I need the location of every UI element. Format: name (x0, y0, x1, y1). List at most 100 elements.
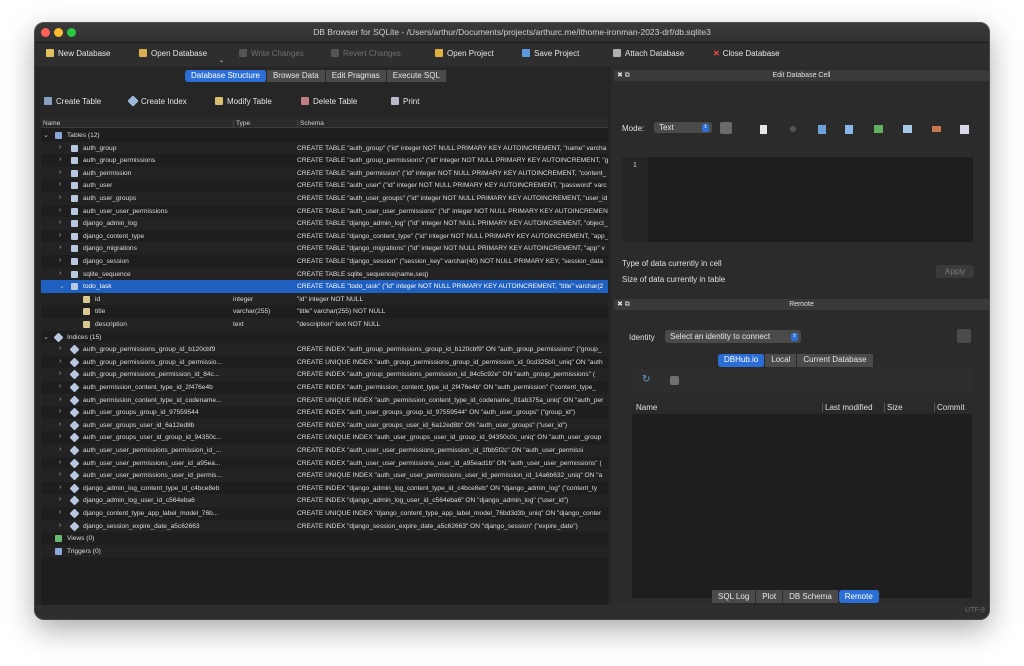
delete-table-button[interactable]: Delete Table (301, 97, 357, 106)
tree-row[interactable]: › auth_group CREATE TABLE "auth_group" ("i… (41, 141, 608, 155)
create-table-button[interactable]: Create Table (44, 97, 101, 106)
export-icon[interactable] (818, 125, 826, 134)
tree-row[interactable]: ⌄ todo_task CREATE TABLE "todo_task" ("id"… (41, 280, 608, 293)
tree-row[interactable]: › auth_permission CREATE TABLE "auth_permi… (41, 166, 608, 180)
chevron-right-icon[interactable]: › (59, 244, 61, 251)
chevron-right-icon[interactable]: › (59, 459, 61, 466)
tree-row[interactable]: › auth_user_groups_group_id_97559544 CREAT… (41, 406, 608, 419)
chevron-right-icon[interactable]: › (59, 509, 61, 516)
chevron-right-icon[interactable]: › (59, 232, 61, 239)
apply-button[interactable]: Apply (936, 265, 975, 278)
chevron-down-icon[interactable]: ⌄ (59, 282, 65, 290)
chevron-right-icon[interactable]: › (59, 207, 61, 214)
attach-database-button[interactable]: Attach Database (613, 49, 684, 58)
save-project-button[interactable]: Save Project (522, 49, 579, 58)
chevron-right-icon[interactable]: › (59, 169, 61, 176)
tree-row[interactable]: › auth_permission_content_type_id_2f476e4… (41, 381, 608, 394)
mode-select[interactable]: Text ⇕ (654, 122, 712, 133)
tree-row[interactable]: › sqlite_sequence CREATE TABLE sqlite_sequ… (41, 267, 608, 281)
clone-database-icon[interactable] (670, 376, 679, 385)
null-icon[interactable] (790, 126, 796, 132)
tab-edit-pragmas[interactable]: Edit Pragmas (325, 70, 387, 82)
remote-databases-table[interactable]: Name Last modified Size Commit (632, 402, 972, 598)
print-button[interactable]: Print (391, 97, 419, 106)
chevron-right-icon[interactable]: › (59, 522, 61, 529)
chevron-right-icon[interactable]: › (59, 370, 61, 377)
tree-row[interactable]: › auth_user CREATE TABLE "auth_user" ("id"… (41, 179, 608, 192)
tree-row[interactable]: › django_content_type_app_label_model_76b… (41, 507, 608, 520)
column-header-commit[interactable]: Commit (934, 403, 965, 412)
tree-row[interactable]: › auth_group_permissions_group_id_b120cbf… (41, 343, 608, 356)
tree-row[interactable]: id integer "id" integer NOT NULL (41, 292, 608, 306)
chevron-down-icon[interactable]: ⌄ (43, 333, 49, 341)
tree-row[interactable]: › auth_user_groups_user_id_group_id_94350… (41, 431, 608, 444)
chevron-right-icon[interactable]: › (59, 358, 61, 365)
chevron-right-icon[interactable]: › (59, 408, 61, 415)
modify-table-button[interactable]: Modify Table (215, 97, 272, 106)
chevron-down-icon[interactable]: ⌄ (43, 131, 49, 139)
chevron-right-icon[interactable]: › (59, 194, 61, 201)
cell-editor[interactable]: 1 (622, 157, 973, 242)
column-header-last-modified[interactable]: Last modified (822, 403, 873, 412)
tree-row[interactable]: ⌄ Tables (12) (41, 129, 608, 142)
tree-row[interactable]: › django_admin_log CREATE TABLE "django_ad… (41, 217, 608, 230)
tab-browse-data[interactable]: Browse Data (266, 70, 326, 82)
tab-current-database[interactable]: Current Database (797, 354, 874, 367)
chevron-right-icon[interactable]: › (59, 484, 61, 491)
tree-row[interactable]: ⌄ Indices (15) (41, 331, 608, 344)
import-icon[interactable] (760, 125, 767, 134)
tree-row[interactable]: › auth_group_permissions_group_id_permiss… (41, 356, 608, 369)
column-header-type[interactable]: Type (233, 120, 250, 127)
chevron-down-icon[interactable]: ⌄ (219, 57, 224, 64)
tab-dbhub[interactable]: DBHub.io (718, 354, 766, 367)
tab-execute-sql[interactable]: Execute SQL (386, 70, 447, 82)
chevron-right-icon[interactable]: › (59, 219, 61, 226)
chevron-right-icon[interactable]: › (59, 270, 61, 277)
chevron-right-icon[interactable]: › (59, 144, 61, 151)
tree-row[interactable]: › django_admin_log_content_type_id_c4bce8… (41, 482, 608, 495)
tree-row[interactable]: › auth_user_user_permissions CREATE TABLE … (41, 205, 608, 218)
tab-local[interactable]: Local (765, 354, 798, 367)
tree-row[interactable]: › django_session CREATE TABLE "django_sess… (41, 255, 608, 268)
identity-select[interactable]: Select an identity to connect ⇕ (665, 330, 801, 343)
revert-changes-button[interactable]: Revert Changes (331, 49, 401, 58)
tree-row[interactable]: › auth_user_groups CREATE TABLE "auth_user… (41, 192, 608, 205)
tab-database-structure[interactable]: Database Structure (185, 70, 267, 82)
chevron-right-icon[interactable]: › (59, 433, 61, 440)
image-icon[interactable] (874, 125, 883, 133)
column-header-name[interactable]: Name (43, 120, 60, 127)
tab-plot[interactable]: Plot (756, 590, 784, 603)
column-header-size[interactable]: Size (884, 403, 903, 412)
printer-icon[interactable] (960, 125, 969, 134)
tree-row[interactable]: › auth_permission_content_type_id_codenam… (41, 393, 608, 407)
chevron-right-icon[interactable]: › (59, 383, 61, 390)
new-database-button[interactable]: New Database (46, 49, 110, 58)
chevron-right-icon[interactable]: › (59, 396, 61, 403)
tree-row[interactable]: Views (0) (41, 532, 608, 545)
refresh-icon[interactable]: ↻ (642, 374, 650, 385)
tab-sql-log[interactable]: SQL Log (712, 590, 757, 603)
tree-row[interactable]: › django_migrations CREATE TABLE "django_m… (41, 242, 608, 255)
write-changes-button[interactable]: Write Changes (239, 49, 304, 58)
tree-row[interactable]: › auth_user_user_permissions_permission_i… (41, 444, 608, 457)
tree-row[interactable]: › auth_group_permissions_permission_id_84… (41, 368, 608, 381)
schema-tree[interactable]: Name Type Schema ⌄ Tables (12) › auth_group… (41, 118, 608, 618)
tree-row[interactable]: Triggers (0) (41, 544, 608, 558)
chevron-right-icon[interactable]: › (59, 257, 61, 264)
open-database-button[interactable]: Open Database ⌄ (139, 49, 224, 64)
create-index-button[interactable]: Create Index (127, 95, 187, 107)
tree-row[interactable]: › auth_user_groups_user_id_6a12ed8b CREATE… (41, 418, 608, 432)
tree-row[interactable]: › auth_group_permissions CREATE TABLE "aut… (41, 154, 608, 167)
blob-icon[interactable] (932, 126, 941, 132)
chevron-right-icon[interactable]: › (59, 345, 61, 352)
open-project-button[interactable]: Open Project (435, 49, 494, 58)
close-database-button[interactable]: ✕ Close Database (713, 49, 780, 58)
tree-row[interactable]: › auth_user_user_permissions_user_id_a95e… (41, 457, 608, 470)
tab-remote[interactable]: Remote (838, 590, 880, 603)
auto-switch-button[interactable] (720, 122, 732, 134)
chevron-right-icon[interactable]: › (59, 471, 61, 478)
tree-row[interactable]: › django_content_type CREATE TABLE "django… (41, 230, 608, 243)
column-header-schema[interactable]: Schema (297, 120, 324, 127)
column-header-name[interactable]: Name (636, 403, 657, 412)
copy-icon[interactable] (845, 125, 853, 134)
